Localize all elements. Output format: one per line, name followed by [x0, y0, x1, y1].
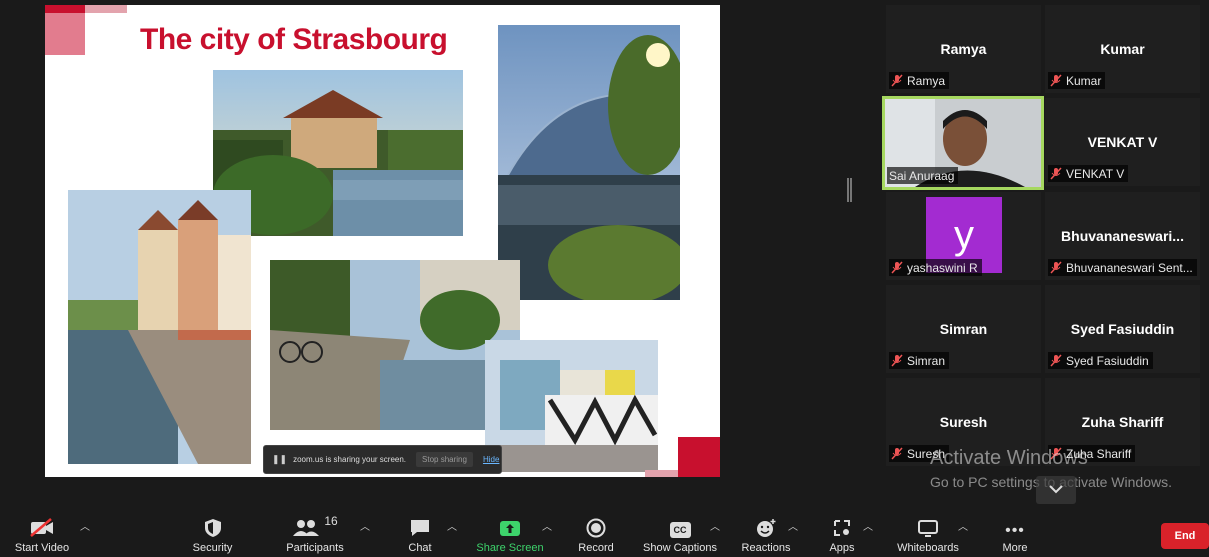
participant-tile[interactable]: Bhuvananeswari... Bhuvananeswari Sent...: [1045, 192, 1200, 280]
chat-icon: [409, 512, 431, 538]
participants-options-caret[interactable]: ︿: [360, 518, 370, 533]
participant-tile[interactable]: Kumar Kumar: [1045, 5, 1200, 93]
pause-icon[interactable]: ❚❚: [272, 454, 287, 465]
screen-share-banner: ❚❚ zoom.us is sharing your screen. Stop …: [263, 445, 502, 474]
participant-label: Bhuvananeswari Sent...: [1048, 259, 1197, 276]
apps-button[interactable]: Apps: [825, 510, 859, 557]
chat-button[interactable]: Chat: [400, 510, 440, 557]
participant-label: Ramya: [889, 72, 950, 89]
participant-name: Kumar: [1100, 41, 1145, 57]
end-meeting-button[interactable]: End: [1161, 523, 1209, 549]
share-screen-button[interactable]: Share Screen: [475, 510, 545, 557]
apps-icon: [832, 512, 852, 538]
participant-name: Zuha Shariff: [1081, 414, 1164, 430]
security-button[interactable]: Security: [185, 510, 240, 557]
share-screen-label: Share Screen: [476, 542, 544, 554]
participants-icon: 16: [292, 512, 338, 538]
participant-label: Simran: [889, 352, 950, 369]
presentation-slide: The city of Strasbourg: [45, 5, 720, 477]
apps-label: Apps: [829, 542, 855, 554]
participant-name: Bhuvananeswari...: [1061, 228, 1184, 244]
participants-label: Participants: [286, 542, 344, 554]
record-button[interactable]: Record: [575, 510, 617, 557]
photo-modern-museum: [485, 340, 658, 472]
muted-mic-icon: [891, 261, 903, 274]
hide-banner-link[interactable]: Hide: [483, 455, 499, 464]
record-label: Record: [578, 542, 614, 554]
participant-tile[interactable]: Syed Fasiuddin Syed Fasiuddin: [1045, 285, 1200, 373]
captions-icon: CC: [669, 512, 691, 538]
meeting-toolbar: Start Video ︿ Security 16 Participants ︿…: [0, 510, 1209, 557]
participant-label: Sai Anuraag: [887, 167, 959, 184]
gallery-scroll-button[interactable]: [1036, 476, 1076, 504]
slide-decoration-block-small: [45, 5, 85, 13]
video-off-icon: [29, 512, 55, 538]
photo-european-parliament: [498, 25, 680, 300]
participants-count: 16: [324, 514, 338, 528]
cc-badge: CC: [669, 522, 691, 538]
show-captions-label: Show Captions: [643, 542, 717, 554]
record-icon: [586, 512, 606, 538]
watermark-title: Activate Windows: [930, 447, 1088, 469]
muted-mic-icon: [1050, 261, 1062, 274]
chat-options-caret[interactable]: ︿: [447, 518, 457, 533]
participant-name: Syed Fasiuddin: [1070, 321, 1175, 337]
participant-tile[interactable]: Ramya Ramya: [886, 5, 1041, 93]
security-label: Security: [192, 542, 233, 554]
share-banner-text: zoom.us is sharing your screen.: [293, 455, 407, 464]
participant-label: Kumar: [1048, 72, 1106, 89]
slide-decoration-bottom-right-light: [645, 470, 678, 477]
apps-options-caret[interactable]: ︿: [863, 518, 873, 533]
participant-tile[interactable]: VENKAT V VENKAT V: [1045, 98, 1200, 186]
more-label: More: [1002, 542, 1028, 554]
show-captions-button[interactable]: CC Show Captions: [640, 510, 720, 557]
participant-name: VENKAT V: [1087, 134, 1158, 150]
photo-waterfront: [68, 190, 251, 464]
muted-mic-icon: [1050, 74, 1062, 87]
participants-button[interactable]: 16 Participants: [280, 510, 350, 557]
active-speaker-tile[interactable]: Sai Anuraag: [882, 96, 1044, 190]
chat-label: Chat: [408, 542, 432, 554]
panel-resize-handle[interactable]: [847, 178, 852, 202]
shield-icon: [204, 512, 222, 538]
muted-mic-icon: [1050, 354, 1062, 367]
captions-options-caret[interactable]: ︿: [710, 518, 720, 533]
participant-name: Simran: [939, 321, 988, 337]
muted-mic-icon: [891, 354, 903, 367]
video-options-caret[interactable]: ︿: [80, 518, 90, 533]
whiteboard-icon: [917, 512, 939, 538]
participant-label: VENKAT V: [1048, 165, 1129, 182]
reactions-label: Reactions: [741, 542, 791, 554]
photo-riverside-bicycle: [270, 260, 520, 430]
whiteboards-button[interactable]: Whiteboards: [893, 510, 963, 557]
reactions-button[interactable]: Reactions: [737, 510, 795, 557]
reactions-options-caret[interactable]: ︿: [788, 518, 798, 533]
start-video-button[interactable]: Start Video: [12, 510, 72, 557]
participant-tile[interactable]: Simran Simran: [886, 285, 1041, 373]
muted-mic-icon: [891, 447, 903, 460]
slide-decoration-block: [45, 13, 85, 55]
more-icon: •••: [1005, 522, 1025, 539]
participant-label: yashaswini R: [889, 259, 982, 276]
start-video-label: Start Video: [14, 542, 70, 554]
slide-title: The city of Strasbourg: [140, 23, 448, 56]
muted-mic-icon: [891, 74, 903, 87]
shared-screen-area: The city of Strasbourg ❚❚ zoom.us is sha…: [0, 0, 1209, 510]
whiteboards-label: Whiteboards: [897, 542, 959, 554]
slide-decoration-bottom-right: [678, 437, 720, 477]
muted-mic-icon: [1050, 167, 1062, 180]
participant-tile[interactable]: y yashaswini R: [886, 192, 1041, 280]
participant-label: Syed Fasiuddin: [1048, 352, 1153, 369]
more-button[interactable]: ••• More: [995, 510, 1035, 557]
participant-name: Ramya: [940, 41, 987, 57]
stop-sharing-button[interactable]: Stop sharing: [416, 452, 473, 467]
share-options-caret[interactable]: ︿: [542, 518, 552, 533]
share-screen-icon: [499, 512, 521, 538]
chevron-down-icon: [1049, 485, 1063, 494]
whiteboards-options-caret[interactable]: ︿: [958, 518, 968, 533]
participant-name: Suresh: [939, 414, 988, 430]
reactions-icon: [755, 512, 777, 538]
